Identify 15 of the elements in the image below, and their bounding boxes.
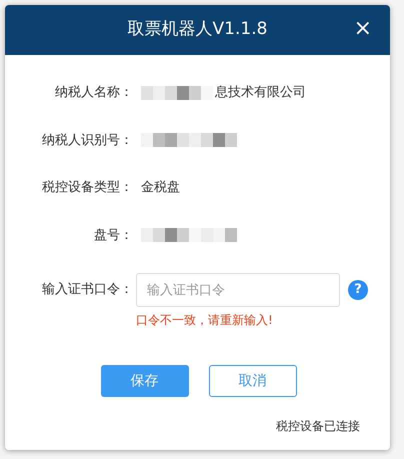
- close-button[interactable]: ×: [350, 16, 376, 42]
- help-button[interactable]: ?: [348, 280, 368, 300]
- cancel-button[interactable]: 取消: [208, 365, 296, 397]
- field-label: 税控设备类型：: [41, 179, 133, 197]
- save-button[interactable]: 保存: [100, 365, 188, 397]
- field-label: 纳税人识别号：: [41, 132, 133, 150]
- field-value: 息技术有限公司: [215, 84, 306, 102]
- status-text: 税控设备已连接: [276, 418, 360, 435]
- field-label: 纳税人名称：: [54, 84, 133, 102]
- password-input[interactable]: 输入证书口令: [136, 273, 340, 307]
- window-title: 取票机器人V1.1.8: [128, 18, 268, 42]
- error-message: 口令不一致，请重新输入!: [136, 312, 273, 329]
- field-label: 输入证书口令：: [41, 281, 133, 300]
- field-value: 金税盘: [141, 179, 180, 197]
- field-label: 盘号：: [93, 226, 133, 244]
